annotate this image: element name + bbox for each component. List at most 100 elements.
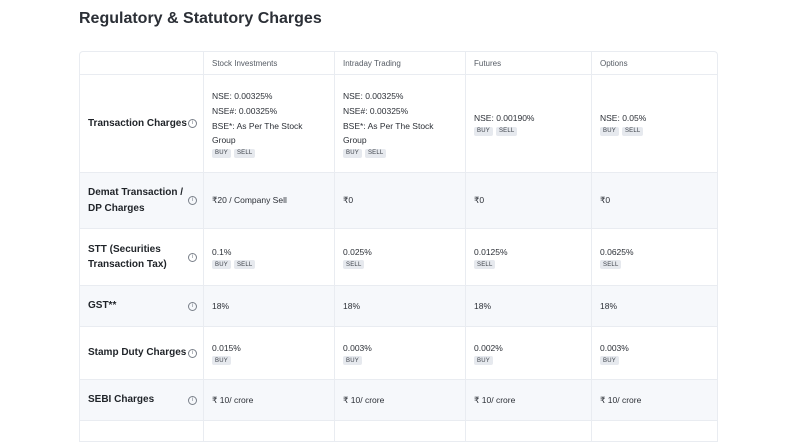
buy-badge: BUY	[212, 356, 231, 366]
info-icon[interactable]: i	[188, 252, 197, 262]
table-row: Demat Transaction / DP Charges i ₹20 / Com…	[80, 173, 717, 229]
column-header: Options	[591, 52, 717, 74]
table-body: Transaction Charges i NSE: 0.00325% NSE#: 0…	[80, 75, 717, 442]
empty-cell	[465, 421, 591, 441]
charge-value: 18%	[600, 300, 618, 311]
value-cell: ₹ 10/ crore	[465, 380, 591, 420]
row-label-cell: GST** i	[80, 286, 203, 326]
value-cell: 0.003% BUY	[334, 327, 465, 379]
tag-group: BUY	[474, 356, 583, 366]
tag-group: BUY SELL	[212, 260, 326, 270]
sell-badge: SELL	[600, 260, 622, 270]
row-label: Demat Transaction / DP Charges	[88, 187, 184, 214]
value-cell: 0.1% BUY SELL	[203, 229, 334, 285]
value-cell: NSE: 0.00190% BUY SELL	[465, 75, 591, 172]
value-cell: 0.0625% SELL	[591, 229, 717, 285]
table-row: STT (Securities Transaction Tax) i 0.1% BUY…	[80, 229, 717, 286]
value-cell: 0.003% BUY	[591, 327, 717, 379]
charge-value: ₹0	[600, 195, 611, 206]
table-row-partial	[80, 421, 717, 442]
tag-group: BUY	[600, 356, 709, 366]
column-header: Stock Investments	[203, 52, 334, 74]
charge-value: ₹ 10/ crore	[343, 394, 385, 405]
charge-value: BSE*: As Per The Stock Group	[212, 120, 303, 146]
row-label-cell: Transaction Charges i	[80, 75, 203, 172]
charge-value: NSE: 0.00325%	[343, 91, 404, 102]
tag-group: BUY	[212, 356, 326, 366]
empty-cell	[334, 421, 465, 441]
sell-badge: SELL	[343, 260, 365, 270]
column-header: Futures	[465, 52, 591, 74]
info-icon[interactable]: i	[188, 196, 197, 205]
row-label: SEBI Charges	[88, 394, 155, 406]
tag-group: BUY SELL	[343, 148, 457, 158]
value-cell: 18%	[203, 286, 334, 326]
charge-value: NSE#: 0.00325%	[212, 105, 278, 116]
info-icon[interactable]: i	[188, 395, 197, 405]
value-cell: 18%	[334, 286, 465, 326]
table-header-row: Stock Investments Intraday Trading Futur…	[80, 52, 717, 75]
charge-value: ₹20 / Company Sell	[212, 195, 287, 206]
table-row: GST** i 18% 18% 18% 18%	[80, 286, 717, 327]
charge-value: BSE*: As Per The Stock Group	[343, 120, 434, 146]
sell-badge: SELL	[233, 260, 256, 270]
charge-value: 18%	[343, 300, 361, 311]
sell-badge: SELL	[621, 126, 644, 136]
charge-value: NSE: 0.00325%	[212, 91, 273, 102]
charge-value: ₹0	[474, 195, 485, 206]
info-icon[interactable]: i	[188, 348, 197, 358]
row-label-cell: Stamp Duty Charges i	[80, 327, 203, 379]
info-icon[interactable]: i	[188, 119, 197, 128]
empty-cell	[203, 421, 334, 441]
empty-cell	[80, 421, 203, 441]
charge-value: 0.015%	[212, 342, 241, 353]
tag-group: BUY SELL	[600, 126, 709, 136]
buy-badge: BUY	[600, 356, 619, 366]
info-icon[interactable]: i	[188, 301, 197, 311]
charge-value: NSE: 0.00190%	[474, 113, 535, 124]
value-cell: 0.0125% SELL	[465, 229, 591, 285]
buy-badge: BUY	[474, 126, 493, 136]
empty-cell	[591, 421, 717, 441]
tag-group: BUY SELL	[212, 148, 326, 158]
charge-value: 0.0125%	[474, 246, 508, 257]
row-label-cell: Demat Transaction / DP Charges i	[80, 173, 203, 228]
tag-group: SELL	[474, 260, 583, 270]
sell-badge: SELL	[364, 148, 387, 158]
charge-value: ₹ 10/ crore	[600, 394, 642, 405]
table-row: Transaction Charges i NSE: 0.00325% NSE#: 0…	[80, 75, 717, 173]
buy-badge: BUY	[212, 148, 231, 158]
charge-value: ₹0	[343, 195, 354, 206]
value-cell: 18%	[465, 286, 591, 326]
tag-group: SELL	[343, 260, 457, 270]
value-cell: ₹ 10/ crore	[203, 380, 334, 420]
table-row: Stamp Duty Charges i 0.015% BUY 0.003% BUY 0.0…	[80, 327, 717, 380]
buy-badge: BUY	[343, 148, 362, 158]
value-cell: ₹0	[591, 173, 717, 228]
charges-table: Stock Investments Intraday Trading Futur…	[79, 51, 718, 442]
row-label-cell: SEBI Charges i	[80, 380, 203, 420]
value-cell: NSE: 0.00325% NSE#: 0.00325% BSE*: As Per …	[334, 75, 465, 172]
value-cell: ₹ 10/ crore	[591, 380, 717, 420]
charge-value: NSE: 0.05%	[600, 113, 647, 124]
charge-value: 18%	[212, 300, 230, 311]
value-cell: 0.002% BUY	[465, 327, 591, 379]
value-cell: 0.015% BUY	[203, 327, 334, 379]
value-cell: ₹0	[334, 173, 465, 228]
value-cell: ₹ 10/ crore	[334, 380, 465, 420]
buy-badge: BUY	[212, 260, 231, 270]
sell-badge: SELL	[233, 148, 256, 158]
value-cell: 0.025% SELL	[334, 229, 465, 285]
row-label-cell: STT (Securities Transaction Tax) i	[80, 229, 203, 285]
tag-group: BUY	[343, 356, 457, 366]
value-cell: 18%	[591, 286, 717, 326]
sell-badge: SELL	[495, 126, 518, 136]
charges-page: Regulatory & Statutory Charges Stock Inv…	[0, 0, 800, 442]
sell-badge: SELL	[474, 260, 496, 270]
tag-group: SELL	[600, 260, 709, 270]
row-label: GST**	[88, 300, 117, 312]
charge-value: 0.003%	[600, 342, 629, 353]
charge-value: 0.0625%	[600, 246, 634, 257]
charge-value: 0.1%	[212, 246, 232, 257]
buy-badge: BUY	[474, 356, 493, 366]
